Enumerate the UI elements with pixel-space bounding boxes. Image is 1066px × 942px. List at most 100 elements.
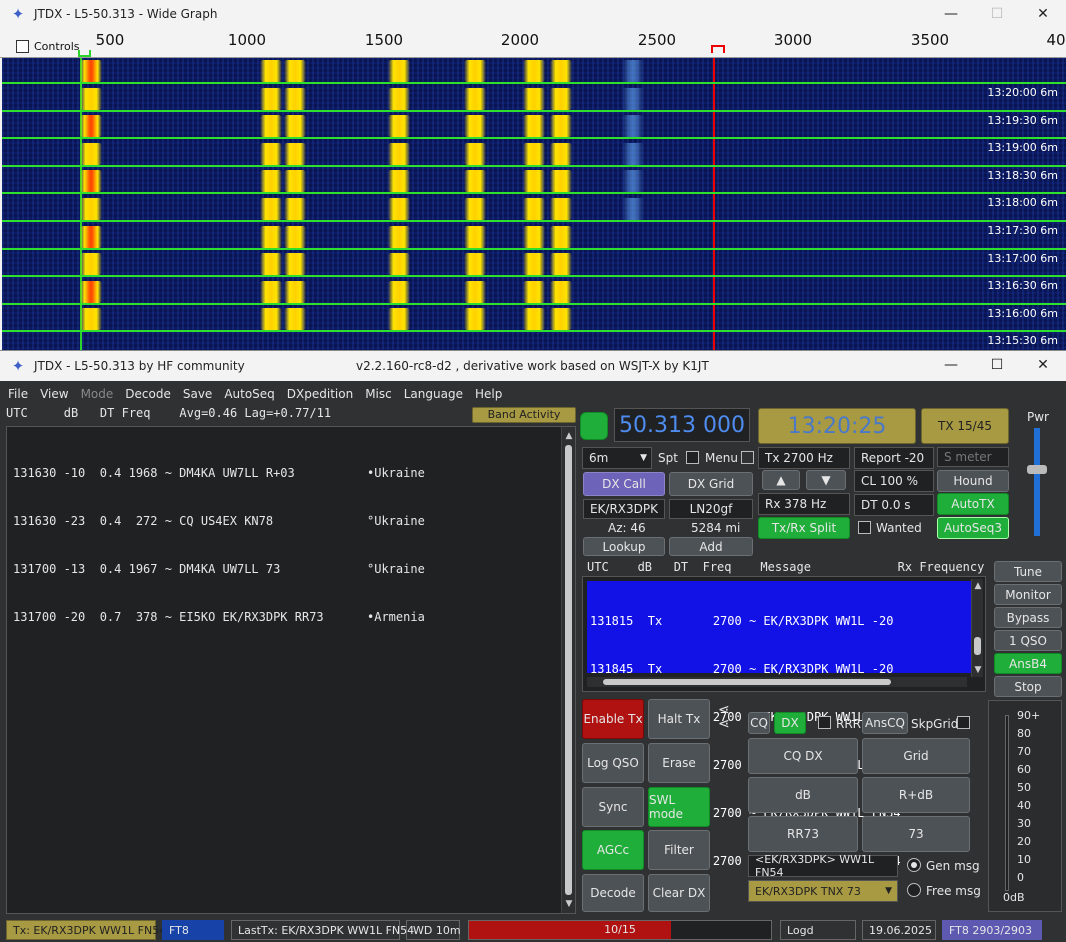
menu-checkbox[interactable] <box>741 451 754 464</box>
tx-list-scrollbar[interactable]: ▲ ▼ <box>971 579 983 677</box>
scroll-down-icon[interactable]: ▼ <box>562 897 576 911</box>
waterfall-display[interactable]: 13:20:00 6m 13:19:30 6m 13:19:00 6m 13:18:3… <box>2 58 1066 352</box>
anscq-button[interactable]: AnsCQ <box>862 712 908 734</box>
band-activity-button[interactable]: Band Activity <box>472 407 576 423</box>
swl-mode-button[interactable]: SWL mode <box>648 787 710 827</box>
waterfall-signal-trace <box>80 115 102 138</box>
free-msg-radio[interactable] <box>907 883 921 897</box>
tx-rx-split-button[interactable]: Tx/Rx Split <box>758 517 850 539</box>
dx-grid-button[interactable]: DX Grid <box>669 472 753 496</box>
agcc-button[interactable]: AGCc <box>582 830 644 870</box>
ansb4-button[interactable]: AnsB4 <box>994 653 1062 674</box>
waterfall-signal-trace <box>523 170 545 193</box>
skpgrid-checkbox[interactable] <box>957 716 970 729</box>
73-button[interactable]: 73 <box>862 816 970 852</box>
rx-frequency-spin[interactable]: Rx 378 Hz <box>758 493 850 515</box>
halt-tx-button[interactable]: Halt Tx <box>648 699 710 739</box>
report-spin[interactable]: Report -20 <box>854 447 934 469</box>
scroll-thumb[interactable] <box>565 445 572 895</box>
bypass-button[interactable]: Bypass <box>994 607 1062 628</box>
list-item[interactable]: 131700 -20 0.7 378 ~ EI5KO EK/RX3DPK RR7… <box>13 609 425 625</box>
dial-frequency[interactable]: 50.313 000 <box>614 408 750 442</box>
lookup-button[interactable]: Lookup <box>583 537 665 556</box>
scroll-up-icon[interactable]: ▲ <box>562 429 576 443</box>
band-select[interactable]: 6m ▼ <box>582 447 652 469</box>
rrr-checkbox[interactable] <box>818 716 831 729</box>
tab-arrows-icon[interactable]: ⋖ ⋖ <box>718 703 730 731</box>
dt-spin[interactable]: DT 0.0 s <box>854 494 934 516</box>
scroll-down-icon[interactable]: ▼ <box>972 663 984 677</box>
monitor-button[interactable]: Monitor <box>994 584 1062 605</box>
list-item[interactable]: 131630 -10 0.4 1968 ~ DM4KA UW7LL R+03 •… <box>13 465 425 481</box>
menu-save[interactable]: Save <box>183 387 212 401</box>
frequency-scale[interactable]: 500 1000 1500 2000 2500 3000 3500 40 <box>0 28 1066 58</box>
minimize-icon[interactable]: — <box>928 351 974 379</box>
tx-list-hscrollbar[interactable] <box>587 677 967 687</box>
hound-button[interactable]: Hound <box>937 470 1009 492</box>
power-slider-handle[interactable] <box>1027 465 1047 474</box>
minimize-icon[interactable]: — <box>928 0 974 28</box>
autoseq3-button[interactable]: AutoSeq3 <box>937 517 1009 539</box>
add-button[interactable]: Add <box>669 537 753 556</box>
r-db-button[interactable]: R+dB <box>862 777 970 813</box>
menu-decode[interactable]: Decode <box>125 387 171 401</box>
tx-message-list[interactable]: 131815 Tx 2700 ~ EK/RX3DPK WW1L -20 1318… <box>582 576 986 868</box>
grid-button[interactable]: Grid <box>862 738 970 774</box>
menu-autoseq[interactable]: AutoSeq <box>224 387 274 401</box>
menu-help[interactable]: Help <box>475 387 502 401</box>
waterfall-signal-trace <box>622 142 644 165</box>
wanted-checkbox[interactable] <box>858 521 871 534</box>
autotx-button[interactable]: AutoTX <box>937 493 1009 515</box>
gen-msg-radio[interactable] <box>907 858 921 872</box>
log-qso-button[interactable]: Log QSO <box>582 743 644 783</box>
dx-grid-field[interactable]: LN20gf <box>669 499 753 519</box>
cq-dx-button[interactable]: CQ DX <box>748 738 858 774</box>
s-meter-field[interactable]: S meter <box>937 447 1009 467</box>
close-icon[interactable]: ✕ <box>1020 351 1066 379</box>
tx-frequency-spin[interactable]: Tx 2700 Hz <box>758 447 850 469</box>
menu-file[interactable]: File <box>8 387 28 401</box>
spt-checkbox[interactable] <box>686 451 699 464</box>
cq-button[interactable]: CQ <box>748 712 770 734</box>
controls-checkbox[interactable]: Controls <box>16 40 80 53</box>
rr73-button[interactable]: RR73 <box>748 816 858 852</box>
table-row[interactable]: 131845 Tx 2700 ~ EK/RX3DPK WW1L -20 <box>590 661 971 677</box>
filter-button[interactable]: Filter <box>648 830 710 870</box>
scroll-up-icon[interactable]: ▲ <box>972 579 984 593</box>
band-activity-list[interactable]: 131630 -10 0.4 1968 ~ DM4KA UW7LL R+03 •… <box>6 426 576 914</box>
decode-button[interactable]: Decode <box>582 874 644 912</box>
cl-spin[interactable]: CL 100 % <box>854 470 934 492</box>
tx-period-button[interactable]: TX 15/45 <box>921 408 1009 444</box>
enable-tx-button[interactable]: Enable Tx <box>582 699 644 739</box>
menu-misc[interactable]: Misc <box>365 387 392 401</box>
maximize-icon[interactable]: ☐ <box>974 351 1020 379</box>
tx-down-button[interactable]: ▼ <box>806 470 846 490</box>
menu-view[interactable]: View <box>40 387 68 401</box>
db-button[interactable]: dB <box>748 777 858 813</box>
menu-language[interactable]: Language <box>404 387 463 401</box>
list-item[interactable]: 131700 -13 0.4 1967 ~ DM4KA UW7LL 73 °Uk… <box>13 561 425 577</box>
dx-call-field[interactable]: EK/RX3DPK <box>583 499 665 519</box>
waterfall-row-separator <box>2 137 1066 140</box>
controls-checkbox-box[interactable] <box>16 40 29 53</box>
power-slider[interactable] <box>1034 428 1040 536</box>
erase-button[interactable]: Erase <box>648 743 710 783</box>
waterfall-signal-trace <box>464 60 486 82</box>
stop-button[interactable]: Stop <box>994 676 1062 697</box>
menu-dxpedition[interactable]: DXpedition <box>287 387 353 401</box>
scroll-thumb[interactable] <box>974 637 981 655</box>
close-icon[interactable]: ✕ <box>1020 0 1066 28</box>
sync-button[interactable]: Sync <box>582 787 644 827</box>
free-msg-combo[interactable]: EK/RX3DPK TNX 73 ▼ <box>748 880 898 902</box>
clear-dx-button[interactable]: Clear DX <box>648 874 710 912</box>
table-row[interactable]: 131815 Tx 2700 ~ EK/RX3DPK WW1L -20 <box>590 613 971 629</box>
dx-call-button[interactable]: DX Call <box>583 472 665 496</box>
one-qso-button[interactable]: 1 QSO <box>994 630 1062 651</box>
gen-msg-field[interactable]: <EK/RX3DPK> WW1L FN54 <box>748 853 898 879</box>
band-activity-scrollbar[interactable]: ▲ ▼ <box>561 427 575 913</box>
tune-button[interactable]: Tune <box>994 561 1062 582</box>
scroll-thumb[interactable] <box>603 679 891 685</box>
dx-toggle-button[interactable]: DX <box>774 712 806 734</box>
tx-up-button[interactable]: ▲ <box>762 470 800 490</box>
list-item[interactable]: 131630 -23 0.4 272 ~ CQ US4EX KN78 °Ukra… <box>13 513 425 529</box>
